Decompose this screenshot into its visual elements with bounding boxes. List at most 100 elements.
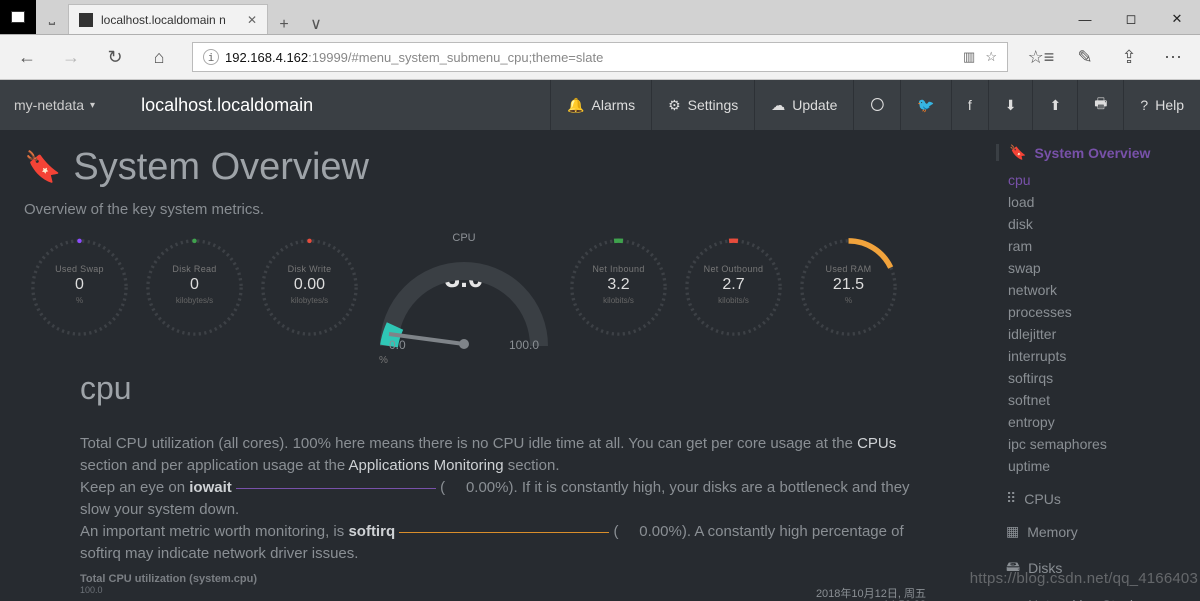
sidenav-item-entropy[interactable]: entropy [996, 411, 1196, 433]
alarms-button[interactable]: 🔔 Alarms [550, 80, 651, 130]
gauge-label: Used Swap [24, 264, 135, 274]
cloud-download-icon: ☁ [771, 97, 785, 114]
bookmark-icon: 🔖 [1009, 144, 1026, 161]
gauge-value: 21.5 [793, 276, 904, 294]
cpu-chart[interactable]: 100.0 80.0 2018年10月12日, 周五 14:56:28 perc… [80, 585, 954, 601]
favorites-hub-icon[interactable]: ☆≡ [1022, 47, 1060, 68]
iowait-sparkline [236, 488, 436, 489]
window-maximize-button[interactable]: ◻ [1108, 4, 1154, 34]
gauge-value: 0 [139, 276, 250, 294]
disk-icon: 🖴 [1006, 556, 1020, 580]
twitter-link[interactable]: 🐦 [900, 80, 950, 130]
browser-tab-active[interactable]: localhost.localdomain n ✕ [68, 4, 268, 34]
facebook-link[interactable]: f [951, 80, 988, 130]
sidenav-item-softnet[interactable]: softnet [996, 389, 1196, 411]
sidenav-item-network[interactable]: network [996, 279, 1196, 301]
nav-refresh-button[interactable]: ↻ [96, 38, 134, 76]
tab-overflow-icon[interactable]: ∨ [300, 14, 332, 34]
help-button[interactable]: ?Help [1123, 80, 1200, 130]
softirq-sparkline [399, 532, 609, 533]
help-icon: ? [1140, 97, 1148, 113]
sidenav-section-disks[interactable]: 🖴Disks [996, 553, 1196, 583]
sidenav-item-load[interactable]: load [996, 191, 1196, 213]
github-link[interactable]: 〇 [853, 80, 900, 130]
netdata-app: my-netdata ▾ localhost.localdomain 🔔 Alar… [0, 80, 1200, 601]
gauge-label: Disk Read [139, 264, 250, 274]
reading-view-icon[interactable]: ▥ [963, 49, 975, 65]
print-icon: 🖶 [1094, 93, 1107, 117]
tab-close-icon[interactable]: ✕ [247, 13, 257, 27]
nav-back-button[interactable]: ← [8, 38, 46, 76]
download-icon: ⬇ [1005, 97, 1017, 114]
cpu-heading: cpu [80, 370, 954, 407]
gauge-used-ram[interactable]: Used RAM 21.5 % [793, 232, 904, 343]
sidenav-item-swap[interactable]: swap [996, 257, 1196, 279]
chart-title: Total CPU utilization (system.cpu) [80, 573, 954, 585]
hostname-label: localhost.localdomain [141, 95, 313, 116]
gauge-label: Net Outbound [678, 264, 789, 274]
gauge-disk-read[interactable]: Disk Read 0 kilobytes/s [139, 232, 250, 343]
sidenav-item-ram[interactable]: ram [996, 235, 1196, 257]
gauge-disk-write[interactable]: Disk Write 0.00 kilobytes/s [254, 232, 365, 343]
browser-toolbar: ← → ↻ ⌂ i 192.168.4.162:19999/#menu_syst… [0, 35, 1200, 80]
sidenav-item-processes[interactable]: processes [996, 301, 1196, 323]
update-button[interactable]: ☁Update [754, 80, 853, 130]
page-title: 🔖 System Overview [24, 146, 954, 189]
gauge-net-inbound[interactable]: Net Inbound 3.2 kilobits/s [563, 232, 674, 343]
brand-dropdown[interactable]: my-netdata ▾ [14, 97, 95, 113]
gauge-value: 3.2 [563, 276, 674, 294]
window-close-button[interactable]: ✕ [1154, 4, 1200, 34]
upload-button[interactable]: ⬆ [1032, 80, 1077, 130]
upload-icon: ⬆ [1049, 97, 1061, 114]
content-area: 🔖 System Overview Overview of the key sy… [0, 130, 978, 601]
alarms-label: Alarms [592, 97, 636, 113]
sidenav-item-interrupts[interactable]: interrupts [996, 345, 1196, 367]
sidenav-section-netstack[interactable]: ☁Networking Stack [996, 593, 1196, 601]
annotate-icon[interactable]: ✎ [1066, 47, 1104, 68]
address-bar[interactable]: i 192.168.4.162:19999/#menu_system_subme… [192, 42, 1008, 72]
site-info-icon[interactable]: i [203, 49, 219, 65]
sidenav-overview-label: System Overview [1034, 145, 1150, 161]
softirq-keyword: softirq [348, 523, 395, 540]
print-button[interactable]: 🖶 [1077, 80, 1123, 130]
more-menu-icon[interactable]: ⋯ [1154, 47, 1192, 68]
twitter-icon: 🐦 [917, 97, 934, 114]
tab-favicon [79, 13, 93, 27]
nav-forward-button[interactable]: → [52, 38, 90, 76]
sidenav-item-cpu[interactable]: cpu [996, 169, 1196, 191]
brand-label: my-netdata [14, 97, 84, 113]
gauge-value: 2.7 [678, 276, 789, 294]
cpus-link[interactable]: CPUs [857, 435, 896, 452]
sidenav-section-overview[interactable]: 🔖 System Overview [996, 144, 1196, 161]
cloud-icon: ☁ [1006, 596, 1020, 601]
sidenav-item-ipc[interactable]: ipc semaphores [996, 433, 1196, 455]
tab-prev-area: ⎵ [36, 0, 68, 34]
tab-title: localhost.localdomain n [101, 13, 226, 27]
new-tab-button[interactable]: + [268, 16, 300, 34]
settings-button[interactable]: ⚙Settings [651, 80, 754, 130]
gauge-unit: kilobytes/s [254, 296, 365, 305]
sidenav-section-memory[interactable]: ▦Memory [996, 520, 1196, 543]
sidenav-item-softirqs[interactable]: softirqs [996, 367, 1196, 389]
share-icon[interactable]: ⇪ [1110, 47, 1148, 68]
gauge-cpu[interactable]: CPU 3.0 0.0 100.0 % [369, 232, 559, 360]
gauge-unit: kilobits/s [678, 296, 789, 305]
gauge-net-outbound[interactable]: Net Outbound 2.7 kilobits/s [678, 232, 789, 343]
window-minimize-button[interactable]: — [1062, 4, 1108, 34]
page-title-text: System Overview [73, 146, 369, 189]
page-subtitle: Overview of the key system metrics. [24, 201, 954, 218]
cpu-description: Total CPU utilization (all cores). 100% … [80, 433, 940, 565]
download-button[interactable]: ⬇ [988, 80, 1033, 130]
gauge-used-swap[interactable]: Used Swap 0 % [24, 232, 135, 343]
sidenav-section-cpus[interactable]: ⠿CPUs [996, 487, 1196, 510]
favorite-star-icon[interactable]: ☆ [985, 49, 997, 65]
sidenav-item-idlejitter[interactable]: idlejitter [996, 323, 1196, 345]
gauge-unit: % [24, 296, 135, 305]
apps-monitoring-link[interactable]: Applications Monitoring [349, 457, 504, 474]
nav-home-button[interactable]: ⌂ [140, 38, 178, 76]
caret-down-icon: ▾ [90, 100, 95, 111]
bell-icon: 🔔 [567, 97, 584, 114]
taskbar-app-icon[interactable] [0, 0, 36, 34]
sidenav-item-uptime[interactable]: uptime [996, 455, 1196, 477]
sidenav-item-disk[interactable]: disk [996, 213, 1196, 235]
